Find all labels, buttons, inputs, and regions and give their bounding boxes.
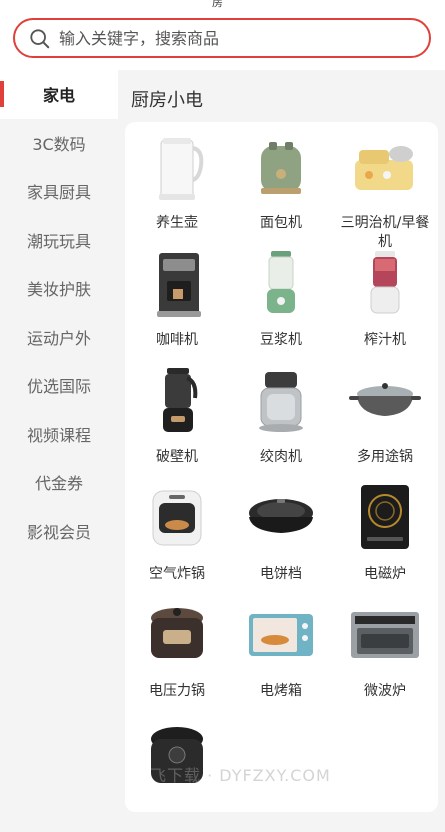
product-item[interactable]: 破壁机 [125,364,229,481]
sidebar-item-label: 视频课程 [26,425,91,445]
sidebar-item-toys[interactable]: 潮玩玩具 [0,216,118,265]
kettle-icon [137,130,217,204]
product-item[interactable]: 空气炸锅 [125,481,229,598]
status-bar: 房 [0,0,445,9]
product-item[interactable]: 微波炉 [333,598,437,715]
product-label: 养生壶 [156,215,198,231]
coffee-machine-icon [137,247,217,321]
sidebar-item-label: 优选国际 [26,377,91,397]
search-box[interactable] [13,18,431,58]
product-item[interactable]: 电磁炉 [333,481,437,598]
product-item[interactable]: 绞肉机 [229,364,333,481]
sidebar-item-international[interactable]: 优选国际 [0,361,118,410]
sidebar-item-label: 家电 [42,86,75,106]
search-input[interactable] [59,20,419,56]
product-item[interactable]: 面包机 [229,130,333,247]
product-label: 面包机 [260,215,302,231]
product-item[interactable]: 电压力锅 [125,598,229,715]
product-label: 电饼档 [260,566,302,582]
product-label: 电压力锅 [149,683,205,699]
air-fryer-icon [137,481,217,555]
sidebar-item-label: 运动户外 [26,328,91,348]
product-item[interactable]: 豆浆机 [229,247,333,364]
product-item[interactable]: 三明治机/早餐机 [333,130,437,250]
sidebar-item-beauty[interactable]: 美妆护肤 [0,264,118,313]
electric-oven-icon [241,598,321,672]
product-item[interactable]: 榨汁机 [333,247,437,364]
sidebar-item-video-membership[interactable]: 影视会员 [0,507,118,556]
search-bar [0,8,445,70]
sidebar-item-label: 美妆护肤 [26,280,91,300]
sidebar-item-appliances[interactable]: 家电 [0,70,118,119]
search-icon [30,29,50,49]
breakfast-machine-icon [345,130,425,204]
pressure-cooker-icon [137,598,217,672]
microwave-icon [345,598,425,672]
section-title: 厨房小电 [131,90,203,111]
juicer-icon [345,247,425,321]
product-label: 电烤箱 [260,683,302,699]
induction-cooker-icon [345,481,425,555]
product-item[interactable]: 电烤箱 [229,598,333,715]
product-item[interactable]: 咖啡机 [125,247,229,364]
soymilk-maker-icon [241,247,321,321]
product-item[interactable]: 电饼档 [229,481,333,598]
sidebar-item-label: 代金券 [34,474,83,494]
watermark: 飞下载 · DYFZXY.COM [150,766,331,785]
product-grid: 养生壶 面包机 三明治机/早餐机 咖啡机 豆浆机 榨汁机 破壁机 绞肉机 多用途… [125,130,438,832]
sidebar-item-label: 影视会员 [26,522,91,542]
product-label: 绞肉机 [260,449,302,465]
product-item[interactable]: 多用途锅 [333,364,437,481]
product-label: 咖啡机 [156,332,198,348]
main-content: 厨房小电 养生壶 面包机 三明治机/早餐机 咖啡机 豆浆机 榨汁机 破壁机 绞肉… [118,70,445,812]
sidebar-item-label: 3C数码 [32,134,86,154]
product-label: 电磁炉 [364,566,406,582]
multi-pot-icon [345,364,425,438]
product-item[interactable]: 养生壶 [125,130,229,247]
sidebar-item-label: 潮玩玩具 [26,231,91,251]
product-label: 豆浆机 [260,332,302,348]
sidebar-item-outdoor[interactable]: 运动户外 [0,313,118,362]
high-speed-blender-icon [137,364,217,438]
electric-griddle-icon [241,481,321,555]
sidebar-item-furniture-kitchen[interactable]: 家具厨具 [0,167,118,216]
product-label: 破壁机 [156,449,198,465]
sidebar-item-video-courses[interactable]: 视频课程 [0,410,118,459]
category-sidebar: 家电 3C数码 家具厨具 潮玩玩具 美妆护肤 运动户外 优选国际 视频课程 代金… [0,70,118,795]
product-label: 微波炉 [364,683,406,699]
sidebar-item-3c-digital[interactable]: 3C数码 [0,119,118,168]
sidebar-item-label: 家具厨具 [26,183,91,203]
product-label: 榨汁机 [364,332,406,348]
sidebar-item-vouchers[interactable]: 代金券 [0,458,118,507]
product-label: 多用途锅 [357,449,413,465]
product-card: 养生壶 面包机 三明治机/早餐机 咖啡机 豆浆机 榨汁机 破壁机 绞肉机 多用途… [125,122,438,812]
product-label: 空气炸锅 [149,566,205,582]
meat-grinder-icon [241,364,321,438]
toaster-icon [241,130,321,204]
